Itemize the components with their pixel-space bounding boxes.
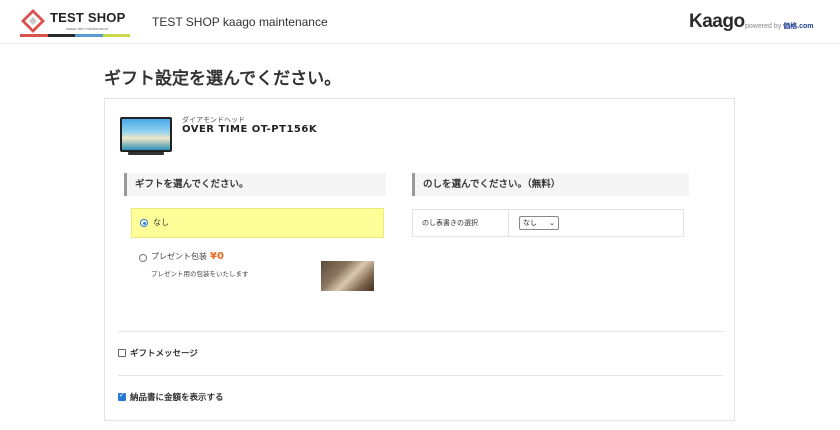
wrapping-price: ¥0 xyxy=(210,251,224,262)
kaago-logo[interactable]: Kaago xyxy=(689,11,745,33)
shop-logo[interactable]: TEST SHOP kaago dev maintenance xyxy=(20,6,132,39)
logo-bar-green xyxy=(102,34,130,37)
page-title: ギフト設定を選んでください。 xyxy=(104,69,342,89)
product-name: OVER TIME OT-PT156K xyxy=(182,124,318,135)
gift-option-wrapping-label: プレゼント包装 ¥0 xyxy=(151,251,224,262)
wrapping-name: プレゼント包装 xyxy=(151,252,207,261)
gift-section-heading: ギフトを選んでください。 xyxy=(124,173,386,196)
gift-option-none[interactable]: なし xyxy=(131,208,384,238)
gift-message-checkbox[interactable] xyxy=(118,349,126,357)
logo-bar-red xyxy=(20,34,48,37)
monitor-beach-image xyxy=(120,117,172,155)
noshi-select-value: なし xyxy=(523,219,537,227)
logo-bar-dark xyxy=(47,34,75,37)
divider xyxy=(118,375,723,376)
logo-subtext: kaago dev maintenance xyxy=(66,27,109,31)
noshi-select[interactable]: なし ⌄ xyxy=(519,216,559,230)
powered-by: powered by 価格.com xyxy=(745,21,814,31)
site-title: TEST SHOP kaago maintenance xyxy=(152,15,328,29)
logo-bar-blue xyxy=(75,34,103,37)
radio-unselected-icon[interactable] xyxy=(139,254,147,262)
gift-settings-card: ダイアモンドヘッド OVER TIME OT-PT156K ギフトを選んでくださ… xyxy=(104,98,735,421)
logo-color-bars xyxy=(20,34,130,37)
divider xyxy=(118,331,723,332)
noshi-selection-row: のし表書きの選択 なし ⌄ xyxy=(412,209,684,237)
show-price-checkbox[interactable] xyxy=(118,391,126,401)
powered-by-text: powered by xyxy=(745,23,782,30)
noshi-section-heading: のしを選んでください。（無料） xyxy=(412,173,689,196)
gift-message-label[interactable]: ギフトメッセージ xyxy=(130,347,198,359)
powered-by-brand: 価格.com xyxy=(783,23,814,30)
chevron-down-icon: ⌄ xyxy=(549,219,555,227)
logo-text: TEST SHOP xyxy=(50,10,126,25)
logo-diamond-icon xyxy=(21,9,45,33)
gift-option-none-label: なし xyxy=(153,218,169,227)
gift-wrapping-image xyxy=(321,261,374,291)
wrapping-description: プレゼント用の包装をいたします xyxy=(151,270,249,278)
site-header: TEST SHOP kaago dev maintenance TEST SHO… xyxy=(0,0,840,44)
show-price-label[interactable]: 納品書に金額を表示する xyxy=(130,391,224,403)
noshi-row-label: のし表書きの選択 xyxy=(413,210,509,236)
radio-selected-icon[interactable] xyxy=(140,219,148,227)
